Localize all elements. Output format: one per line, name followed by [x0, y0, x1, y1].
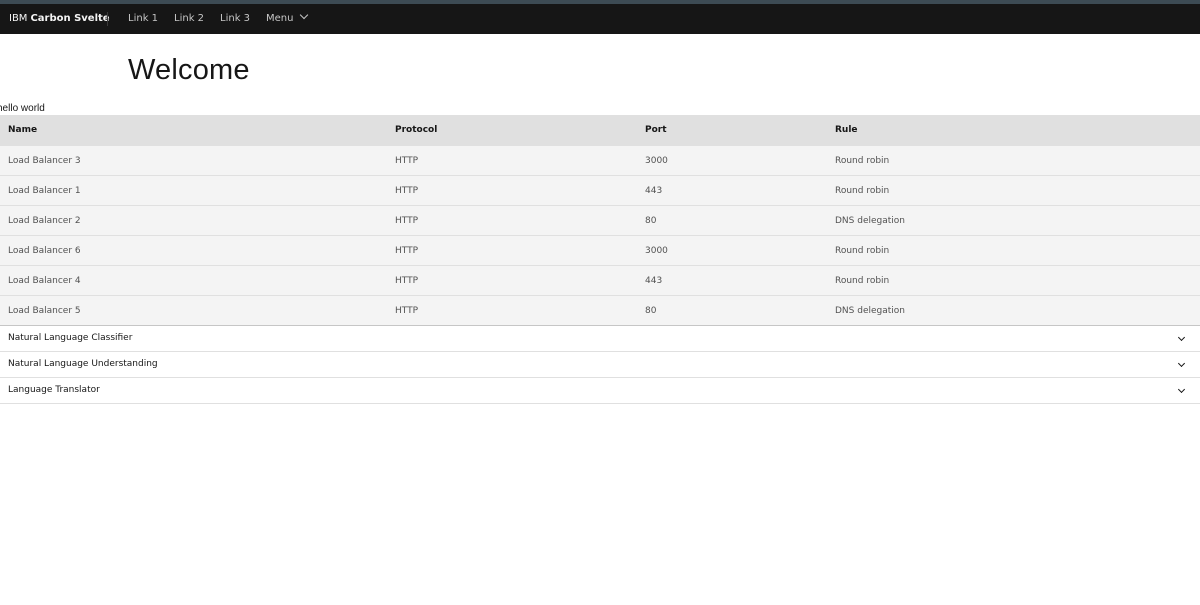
table-row[interactable]: Load Balancer 5 HTTP 80 DNS delegation [0, 295, 1200, 325]
column-header-name[interactable]: Name [8, 115, 37, 145]
cell-rule: Round robin [835, 186, 890, 196]
accordion-item-natural-language-understanding[interactable]: Natural Language Understanding [0, 352, 1200, 378]
table-row[interactable]: Load Balancer 6 HTTP 3000 Round robin [0, 235, 1200, 265]
cell-port: 443 [645, 186, 663, 196]
cell-name: Load Balancer 2 [8, 216, 81, 226]
table-row[interactable]: Load Balancer 3 HTTP 3000 Round robin [0, 145, 1200, 175]
accordion-title: Language Translator [8, 385, 100, 395]
cell-port: 80 [645, 306, 657, 316]
nav-link-1[interactable]: Link 1 [128, 4, 158, 34]
nav-link-3[interactable]: Link 3 [220, 4, 250, 34]
accordion-item-natural-language-classifier[interactable]: Natural Language Classifier [0, 326, 1200, 352]
chevron-down-icon [1177, 385, 1186, 394]
table-row[interactable]: Load Balancer 1 HTTP 443 Round robin [0, 175, 1200, 205]
cell-protocol: HTTP [395, 186, 419, 196]
cell-port: 443 [645, 276, 663, 286]
cell-rule: Round robin [835, 156, 890, 166]
cell-name: Load Balancer 3 [8, 156, 81, 166]
cell-rule: Round robin [835, 246, 890, 256]
app-header: IBM Carbon Svelte Link 1 Link 2 Link 3 Me… [0, 4, 1200, 34]
cell-protocol: HTTP [395, 216, 419, 226]
header-divider [107, 12, 108, 26]
brand-name: Carbon Svelte [30, 13, 110, 24]
accordion-title: Natural Language Understanding [8, 359, 158, 369]
cell-rule: DNS delegation [835, 216, 905, 226]
column-header-rule[interactable]: Rule [835, 115, 858, 145]
accordion: Natural Language Classifier Natural Lang… [0, 325, 1200, 404]
chevron-down-icon [1177, 359, 1186, 368]
cell-protocol: HTTP [395, 276, 419, 286]
table-header-row: Name Protocol Port Rule [0, 115, 1200, 145]
nav-menu-label: Menu [266, 13, 294, 24]
cell-protocol: HTTP [395, 306, 419, 316]
cell-port: 80 [645, 216, 657, 226]
cell-port: 3000 [645, 246, 668, 256]
cell-protocol: HTTP [395, 246, 419, 256]
cell-name: Load Balancer 4 [8, 276, 81, 286]
cell-rule: Round robin [835, 276, 890, 286]
cell-name: Load Balancer 6 [8, 246, 81, 256]
cell-name: Load Balancer 5 [8, 306, 81, 316]
cell-rule: DNS delegation [835, 306, 905, 316]
nav-link-2[interactable]: Link 2 [174, 4, 204, 34]
brand-logo-text[interactable]: IBM Carbon Svelte [9, 4, 110, 34]
accordion-title: Natural Language Classifier [8, 333, 133, 343]
cell-name: Load Balancer 1 [8, 186, 81, 196]
cell-protocol: HTTP [395, 156, 419, 166]
page-title: Welcome [128, 54, 250, 86]
column-header-protocol[interactable]: Protocol [395, 115, 437, 145]
table-row[interactable]: Load Balancer 4 HTTP 443 Round robin [0, 265, 1200, 295]
data-table: Name Protocol Port Rule Load Balancer 3 … [0, 115, 1200, 325]
nav-menu-dropdown[interactable]: Menu [266, 4, 309, 34]
chevron-down-icon [300, 10, 309, 20]
hello-text: hello world [0, 103, 45, 114]
column-header-port[interactable]: Port [645, 115, 667, 145]
chevron-down-icon [1177, 333, 1186, 342]
table-row[interactable]: Load Balancer 2 HTTP 80 DNS delegation [0, 205, 1200, 235]
accordion-item-language-translator[interactable]: Language Translator [0, 378, 1200, 404]
cell-port: 3000 [645, 156, 668, 166]
brand-prefix: IBM [9, 13, 28, 24]
